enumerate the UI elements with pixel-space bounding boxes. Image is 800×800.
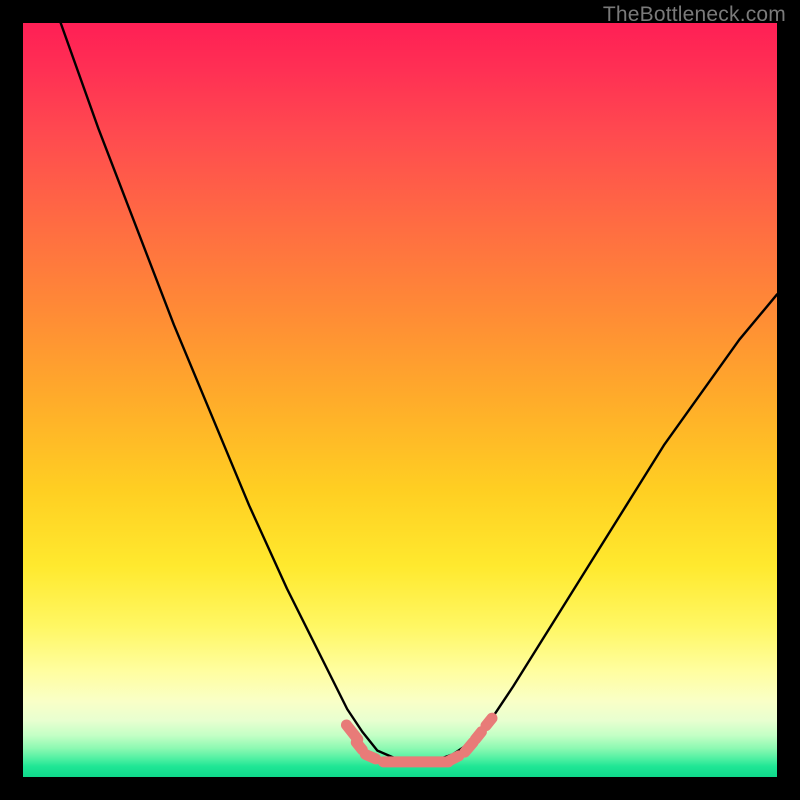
marker-segment	[450, 756, 459, 761]
marker-segment	[475, 732, 481, 740]
marker-segment	[465, 742, 473, 752]
outer-frame: TheBottleneck.com	[0, 0, 800, 800]
marker-segment	[365, 754, 376, 759]
chart-svg	[23, 23, 777, 777]
chart-plot-area	[23, 23, 777, 777]
marker-segment	[356, 742, 362, 750]
main-curve	[61, 23, 777, 762]
marker-segment	[486, 718, 492, 726]
